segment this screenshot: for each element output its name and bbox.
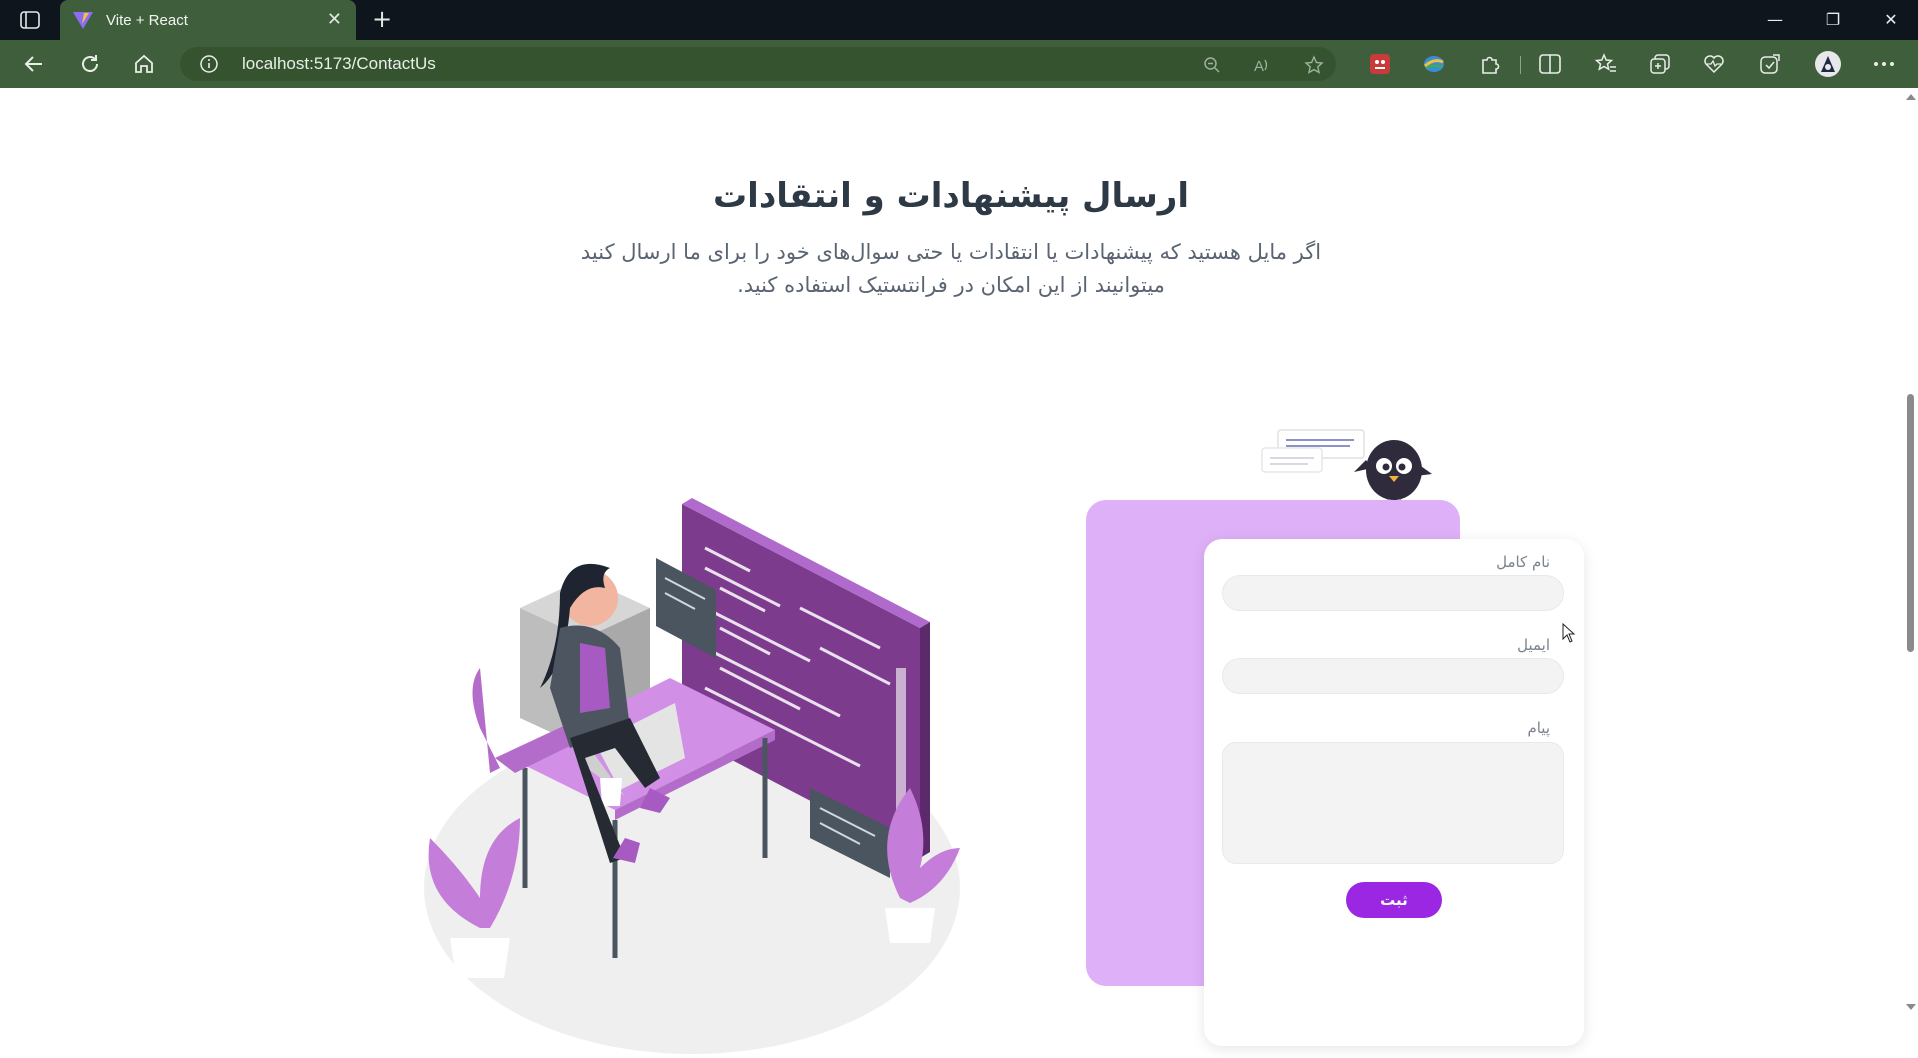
svg-text:A: A bbox=[1254, 58, 1264, 74]
minimize-icon[interactable]: — bbox=[1752, 6, 1798, 34]
scroll-thumb[interactable] bbox=[1907, 394, 1914, 652]
page-scrollbar[interactable] bbox=[1902, 88, 1918, 1016]
browser-titlebar: Vite + React ✕ + — ❐ ✕ bbox=[0, 0, 1918, 40]
page-title: ارسال پیشنهادات و انتقادات bbox=[713, 176, 1189, 216]
scroll-down-icon[interactable] bbox=[1906, 1004, 1916, 1010]
contact-form: نام کامل ایمیل پیام ثبت bbox=[1204, 539, 1584, 1046]
message-label: پیام bbox=[1527, 719, 1550, 737]
zoom-out-icon[interactable] bbox=[1202, 55, 1222, 75]
browser-tab[interactable]: Vite + React ✕ bbox=[60, 0, 356, 40]
name-input[interactable] bbox=[1222, 575, 1564, 611]
back-arrow-icon[interactable] bbox=[20, 50, 48, 78]
info-icon[interactable] bbox=[200, 55, 218, 73]
mouse-cursor-icon bbox=[1562, 623, 1576, 643]
vite-favicon-icon bbox=[73, 12, 93, 29]
health-icon[interactable] bbox=[1700, 50, 1728, 78]
browser-navbar: localhost:5173/ContactUs A bbox=[0, 40, 1918, 88]
restore-icon[interactable]: ❐ bbox=[1810, 6, 1856, 34]
close-window-icon[interactable]: ✕ bbox=[1868, 6, 1914, 34]
star-icon[interactable] bbox=[1304, 55, 1324, 75]
tab-title: Vite + React bbox=[106, 11, 188, 29]
read-aloud-icon[interactable]: A bbox=[1252, 55, 1272, 75]
email-label: ایمیل bbox=[1517, 636, 1550, 654]
plus-icon[interactable]: + bbox=[368, 6, 396, 34]
home-icon[interactable] bbox=[130, 50, 158, 78]
message-textarea[interactable] bbox=[1222, 742, 1564, 864]
extension-globe-icon[interactable] bbox=[1420, 50, 1448, 78]
submit-button[interactable]: ثبت bbox=[1346, 882, 1442, 918]
contact-page: ارسال پیشنهادات و انتقادات اگر مایل هستی… bbox=[0, 88, 1902, 1054]
email-input[interactable] bbox=[1222, 658, 1564, 694]
name-label: نام کامل bbox=[1496, 553, 1550, 571]
puzzle-icon[interactable] bbox=[1476, 50, 1504, 78]
tab-actions-icon[interactable] bbox=[14, 9, 46, 31]
more-icon[interactable] bbox=[1870, 50, 1898, 78]
copilot-icon[interactable] bbox=[1756, 50, 1784, 78]
url-text: localhost:5173/ContactUs bbox=[242, 54, 436, 73]
collections-icon[interactable] bbox=[1646, 50, 1674, 78]
close-icon[interactable]: ✕ bbox=[327, 10, 342, 30]
favorites-icon[interactable] bbox=[1592, 50, 1620, 78]
address-bar[interactable]: localhost:5173/ContactUs A bbox=[180, 47, 1336, 81]
scroll-up-icon[interactable] bbox=[1906, 94, 1916, 100]
toolbar-separator bbox=[1520, 56, 1521, 74]
avatar-icon[interactable] bbox=[1814, 50, 1842, 78]
reload-icon[interactable] bbox=[76, 50, 104, 78]
page-subtitle: اگر مایل هستید که پیشنهادات یا انتقادات … bbox=[580, 240, 1322, 297]
extension-red-icon[interactable] bbox=[1366, 50, 1394, 78]
split-screen-icon[interactable] bbox=[1536, 50, 1564, 78]
developer-illustration bbox=[424, 498, 960, 1054]
